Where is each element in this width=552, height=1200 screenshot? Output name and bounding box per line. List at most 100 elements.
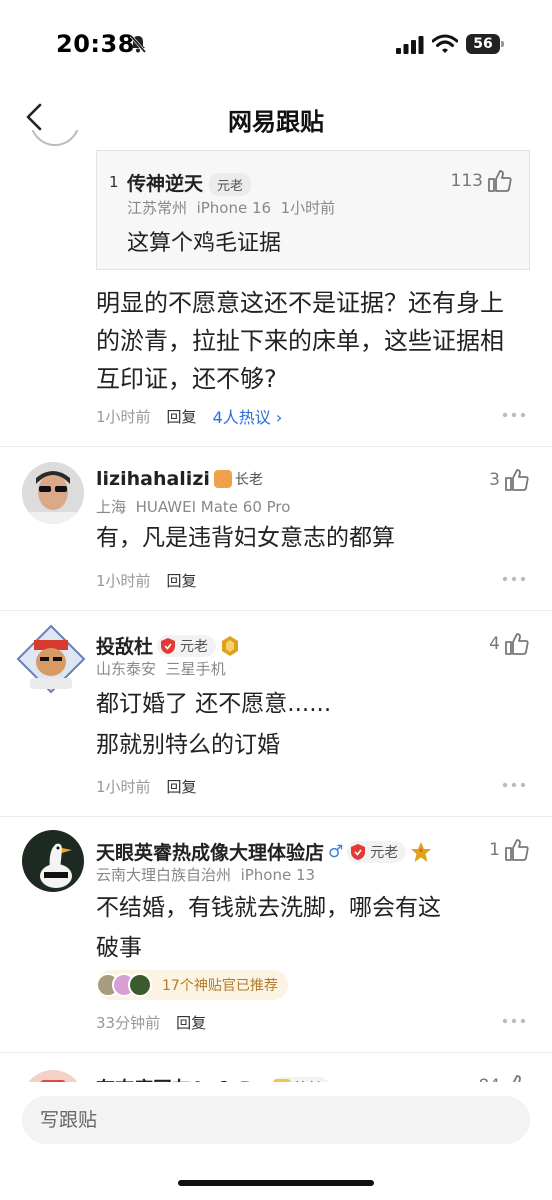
user-meta: 云南大理白族自治州 iPhone 13 (96, 864, 315, 885)
recommend-banner[interactable]: 17个神贴官已推荐 (96, 970, 288, 1000)
like-count: 3 (489, 470, 500, 490)
reply-input[interactable]: 写跟贴 (22, 1096, 530, 1144)
quoted-comment[interactable]: 1 传神逆天 元老 113 江苏常州 iPhone 16 1小时前 这算个鸡毛证据 (96, 150, 530, 270)
medal-icon (222, 635, 239, 656)
quote-username-text: 传神逆天 (127, 173, 204, 195)
divider (0, 610, 552, 611)
chevron-right-icon: › (275, 408, 283, 427)
hot-discussion-label: 4人热议 (212, 408, 271, 427)
comment-username[interactable]: lizihahalizi 长老 (96, 468, 271, 490)
divider (0, 446, 552, 447)
battery-tip (501, 41, 504, 47)
comment-text: 有，凡是违背妇女意志的都算 (96, 525, 395, 551)
comment-time: 1小时前 (96, 572, 151, 590)
quote-like-button[interactable]: 113 (451, 169, 513, 193)
more-icon[interactable] (502, 781, 526, 789)
bell-off-icon (129, 35, 147, 53)
partial-avatar (30, 130, 80, 148)
user-meta: 山东泰安 三星手机 (96, 658, 226, 679)
home-indicator (178, 1180, 374, 1186)
reply-button[interactable]: 回复 (167, 570, 197, 591)
quote-text: 这算个鸡毛证据 (127, 231, 282, 256)
reply-button[interactable]: 回复 (176, 1012, 206, 1033)
thumbs-up-icon (505, 839, 529, 861)
comment-text-line: 不结婚，有钱就去洗脚，哪会有这 (96, 895, 441, 921)
user-meta: 上海 HUAWEI Mate 60 Pro (96, 496, 290, 517)
recommend-text: 17个神贴官已推荐 (162, 978, 278, 994)
like-count: 113 (450, 171, 483, 191)
rank-badge-label: 长老 (234, 472, 263, 488)
divider (0, 1052, 552, 1053)
comment-time: 1小时前 (96, 407, 151, 426)
username-text: 投敌杜 (96, 636, 154, 658)
username-text: 天眼英睿热成像大理体验店 (96, 842, 325, 864)
battery-level: 56 (466, 34, 500, 54)
shield-icon (351, 843, 366, 860)
avatar[interactable] (16, 624, 86, 694)
page-title: 网易跟贴 (228, 108, 324, 136)
thumbs-up-icon (505, 469, 529, 491)
quote-meta: 江苏常州 iPhone 16 1小时前 (127, 197, 335, 218)
recommender-avatars (96, 973, 152, 997)
rank-badge: 元老 (347, 840, 407, 863)
reply-button[interactable]: 回复 (167, 406, 197, 427)
comment-text-line: 那就别特么的订婚 (96, 732, 280, 758)
like-button[interactable]: 4 (489, 632, 530, 656)
avatar (128, 973, 152, 997)
star-medal-icon (411, 841, 432, 862)
avatar[interactable] (22, 830, 84, 892)
user-location: 云南大理白族自治州 (96, 866, 232, 884)
floor-number: 1 (109, 173, 119, 191)
comment-meta: 33分钟前 回复 (96, 1012, 206, 1033)
comment-meta: 1小时前 回复 (96, 776, 197, 797)
wifi-icon (432, 34, 458, 53)
user-device: HUAWEI Mate 60 Pro (135, 498, 291, 516)
username-text: lizihahalizi (96, 468, 210, 490)
rank-star-icon (213, 470, 232, 488)
like-count: 1 (489, 840, 500, 860)
user-location: 上海 (96, 498, 127, 516)
user-device: iPhone 13 (240, 866, 316, 884)
status-time: 20:38 (56, 30, 135, 58)
more-icon[interactable] (502, 1017, 526, 1025)
like-count: 4 (489, 634, 500, 654)
avatar-image (22, 462, 84, 524)
battery-indicator: 56 (466, 34, 504, 54)
comment-text-line: 破事 (96, 935, 142, 961)
thumbs-up-icon (488, 170, 512, 192)
comment-username[interactable]: 天眼英睿热成像大理体验店 ♂ 元老 (96, 838, 432, 865)
avatar-image (16, 624, 86, 694)
shield-icon (161, 637, 176, 654)
avatar[interactable] (22, 462, 84, 524)
user-device: 三星手机 (165, 660, 226, 678)
quote-time: 1小时前 (280, 199, 336, 217)
more-icon[interactable] (502, 411, 526, 419)
thumbs-up-icon (505, 633, 529, 655)
reply-button[interactable]: 回复 (167, 776, 197, 797)
hot-discussion-link[interactable]: 4人热议 › (213, 404, 283, 428)
quote-location: 江苏常州 (127, 199, 188, 217)
comment-time: 33分钟前 (96, 1014, 161, 1032)
main-comment-meta: 1小时前 回复 4人热议 › (96, 404, 282, 428)
more-icon[interactable] (502, 575, 526, 583)
avatar-image (22, 830, 84, 892)
rank-badge: 元老 (157, 634, 217, 657)
nav-bar: 网易跟贴 (0, 90, 552, 146)
divider (0, 816, 552, 817)
signal-icon (396, 36, 424, 54)
comment-text-line: 都订婚了 还不愿意...... (96, 691, 332, 717)
bottom-bar: 写跟贴 (0, 1082, 552, 1200)
status-bar: 20:38 56 (0, 0, 552, 90)
quote-username[interactable]: 传神逆天 元老 (127, 169, 252, 196)
like-button[interactable]: 3 (489, 468, 530, 492)
quote-device: iPhone 16 (196, 199, 272, 217)
rank-badge: 长老 (213, 468, 271, 490)
rank-badge: 元老 (209, 173, 252, 196)
rank-badge-label: 元老 (180, 638, 209, 655)
comment-username[interactable]: 投敌杜 元老 (96, 632, 240, 659)
like-button[interactable]: 1 (489, 838, 530, 862)
user-location: 山东泰安 (96, 660, 157, 678)
main-comment-text: 明显的不愿意这还不是证据？还有身上的淤青，拉扯下来的床单，这些证据相互印证，还不… (96, 289, 504, 393)
comment-time: 1小时前 (96, 778, 151, 796)
comment-meta: 1小时前 回复 (96, 570, 197, 591)
